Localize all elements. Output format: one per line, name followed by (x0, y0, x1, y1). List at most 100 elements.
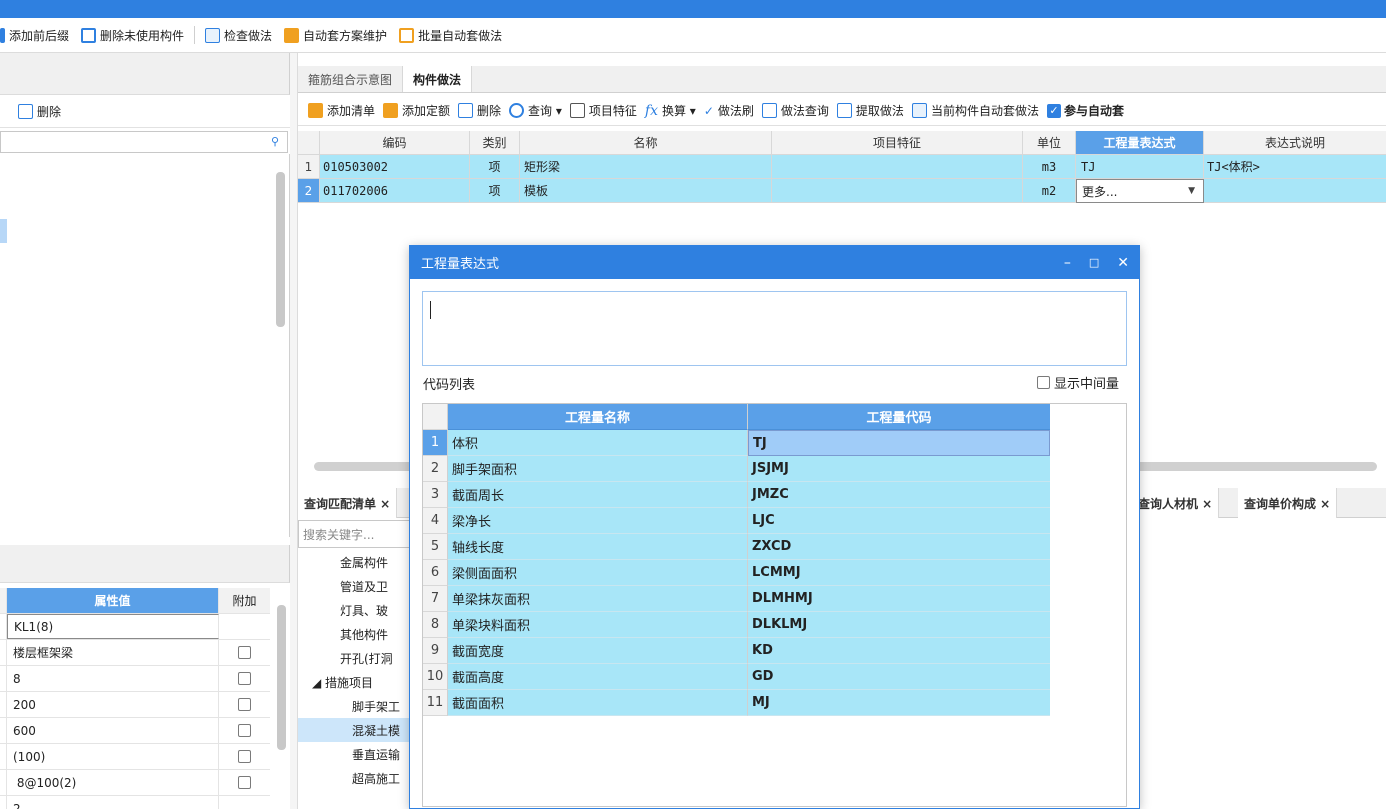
header-code[interactable]: 编码 (320, 131, 470, 155)
property-row[interactable]: (100) (0, 744, 270, 770)
cell-expression[interactable]: TJ (1076, 155, 1204, 179)
tab-component-method[interactable]: 构件做法 (403, 66, 473, 92)
property-row[interactable]: 8 (0, 666, 270, 692)
show-intermediate-checkbox[interactable] (1036, 376, 1050, 389)
property-row[interactable]: 600 (0, 718, 270, 744)
code-row[interactable]: 5 轴线长度 ZXCD (423, 534, 1126, 560)
tab-query-labor-material[interactable]: 查询人材机 × (1131, 488, 1220, 518)
property-value[interactable]: (100) (7, 744, 219, 769)
cell-type[interactable]: 项 (470, 179, 520, 203)
code-row[interactable]: 7 单梁抹灰面积 DLMHMJ (423, 586, 1126, 612)
header-quantity-name[interactable]: 工程量名称 (448, 404, 748, 430)
table-row[interactable]: 1 010503002 项 矩形梁 m3 TJ TJ<体积> (298, 155, 1386, 179)
code-row[interactable]: 6 梁侧面面积 LCMMJ (423, 560, 1126, 586)
auto-current-button[interactable]: 当前构件自动套做法 (908, 102, 1043, 119)
row-number[interactable]: 2 (298, 179, 320, 203)
code-row[interactable]: 11 截面面积 MJ (423, 690, 1126, 716)
property-row[interactable]: 200 (0, 692, 270, 718)
header-type[interactable]: 类别 (470, 131, 520, 155)
dialog-title-bar[interactable]: 工程量表达式 (410, 246, 1139, 279)
property-row[interactable]: 2 (0, 796, 270, 809)
code-row[interactable]: 9 截面宽度 KD (423, 638, 1126, 664)
search-icon[interactable]: ⚲ (271, 135, 279, 148)
pane-splitter[interactable] (290, 53, 298, 809)
chevron-down-icon[interactable]: ▼ (1188, 186, 1195, 196)
tab-query-match-list[interactable]: 查询匹配清单 × (298, 488, 398, 518)
row-number[interactable]: 1 (298, 155, 320, 179)
cell-feature[interactable] (772, 179, 1023, 203)
extra-checkbox[interactable] (238, 672, 251, 685)
delete-unused-button[interactable]: 删除未使用构件 (75, 18, 190, 52)
expression-editor[interactable] (422, 291, 1127, 366)
method-query-button[interactable]: 做法查询 (758, 102, 833, 119)
method-brush-button[interactable]: ✓ 做法刷 (700, 102, 758, 119)
code-row[interactable]: 10 截面高度 GD (423, 664, 1126, 690)
add-list-button[interactable]: 添加清单 (304, 102, 379, 119)
cell-code[interactable]: 011702006 (320, 179, 470, 203)
code-row[interactable]: 3 截面周长 JMZC (423, 482, 1126, 508)
join-auto-checkbox[interactable]: ✓ 参与自动套 (1043, 102, 1128, 119)
property-value[interactable]: 8 (7, 666, 219, 691)
code-row[interactable]: 1 体积 TJ (423, 430, 1126, 456)
tree-item[interactable]: 脚手架工 (298, 694, 423, 718)
cell-name[interactable]: 矩形梁 (520, 155, 772, 179)
property-value[interactable]: 200 (7, 692, 219, 717)
cell-unit[interactable]: m2 (1023, 179, 1076, 203)
auto-scheme-button[interactable]: 自动套方案维护 (278, 18, 393, 52)
header-unit[interactable]: 单位 (1023, 131, 1076, 155)
show-intermediate-toggle[interactable]: 显示中间量 (1036, 373, 1119, 392)
header-name[interactable]: 名称 (520, 131, 772, 155)
cell-type[interactable]: 项 (470, 155, 520, 179)
cell-code[interactable]: 010503002 (320, 155, 470, 179)
query-dropdown[interactable]: 查询 ▾ (505, 102, 566, 119)
property-value[interactable]: 2 (7, 796, 219, 809)
extra-checkbox[interactable] (238, 724, 251, 737)
property-row[interactable]: KL1(8) (0, 614, 270, 640)
add-prefix-button[interactable]: 添加前后缀 (0, 18, 75, 52)
close-icon[interactable]: ✕ (1117, 255, 1129, 271)
extract-method-button[interactable]: 提取做法 (833, 102, 908, 119)
code-row[interactable]: 8 单梁块料面积 DLKLMJ (423, 612, 1126, 638)
project-feature-button[interactable]: 项目特征 (566, 102, 641, 119)
property-value[interactable]: 8@100(2) (7, 770, 219, 795)
cell-feature[interactable] (772, 155, 1023, 179)
property-value-name-field[interactable]: KL1(8) (7, 614, 219, 639)
tree-item[interactable]: 管道及卫 (298, 574, 423, 598)
tree-item[interactable]: 金属构件 (298, 550, 423, 574)
property-row[interactable]: 8@100(2) (0, 770, 270, 796)
maximize-icon[interactable]: □ (1089, 256, 1099, 269)
extra-checkbox[interactable] (238, 776, 251, 789)
delete-button[interactable]: 删除 (454, 102, 505, 119)
property-value[interactable]: 楼层框架梁 (7, 640, 219, 665)
cell-expression-desc[interactable] (1204, 179, 1386, 203)
tab-query-unit-price[interactable]: 查询单价构成 × (1238, 488, 1338, 518)
tree-item[interactable]: 垂直运输 (298, 742, 423, 766)
check-method-button[interactable]: 检查做法 (199, 18, 278, 52)
table-row[interactable]: 2 011702006 项 模板 m2 更多... ▼ (298, 179, 1386, 203)
batch-auto-button[interactable]: 批量自动套做法 (393, 18, 508, 52)
header-quantity-code[interactable]: 工程量代码 (748, 404, 1050, 430)
selected-component-row[interactable] (0, 219, 7, 243)
tree-item[interactable]: 开孔(打洞 (298, 646, 423, 670)
component-search-input[interactable]: ⚲ (0, 131, 288, 153)
code-row[interactable]: 4 梁净长 LJC (423, 508, 1126, 534)
extra-checkbox[interactable] (238, 750, 251, 763)
minimize-icon[interactable]: – (1064, 255, 1071, 271)
tree-item-selected[interactable]: 混凝土模 (298, 718, 423, 742)
cell-name[interactable]: 模板 (520, 179, 772, 203)
convert-dropdown[interactable]: fx 换算 ▾ (641, 102, 700, 119)
code-row[interactable]: 2 脚手架面积 JSJMJ (423, 456, 1126, 482)
tree-item[interactable]: 其他构件 (298, 622, 423, 646)
cell-expression-desc[interactable]: TJ<体积> (1204, 155, 1386, 179)
expression-dropdown[interactable]: 更多... ▼ (1076, 179, 1204, 203)
add-quota-button[interactable]: 添加定额 (379, 102, 454, 119)
tab-stirrup-diagram[interactable]: 箍筋组合示意图 (298, 66, 404, 92)
cell-unit[interactable]: m3 (1023, 155, 1076, 179)
property-value[interactable]: 600 (7, 718, 219, 743)
left-delete-button[interactable]: 删除 (14, 103, 65, 120)
extra-checkbox[interactable] (238, 698, 251, 711)
tree-group-measures[interactable]: ◢ 措施项目 (298, 670, 423, 694)
property-row[interactable]: 楼层框架梁 (0, 640, 270, 666)
keyword-search-input[interactable]: 搜索关键字... (298, 520, 423, 548)
header-feature[interactable]: 项目特征 (772, 131, 1023, 155)
